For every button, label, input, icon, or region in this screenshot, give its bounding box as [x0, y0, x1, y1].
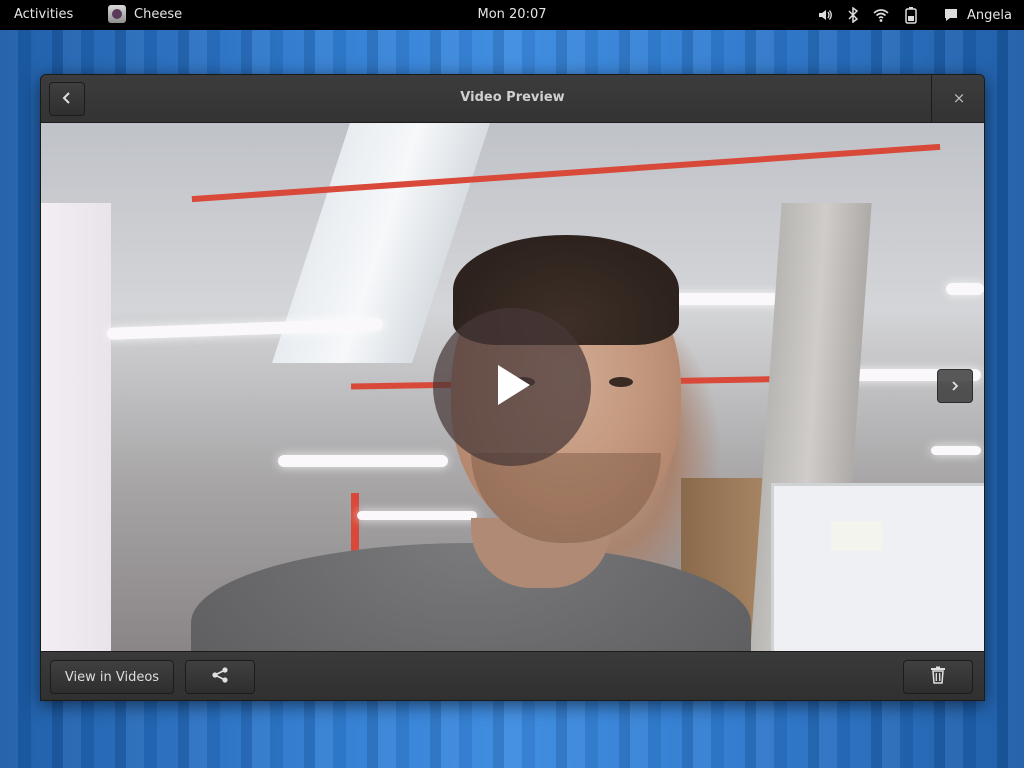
- trash-icon: [930, 666, 946, 688]
- user-menu[interactable]: Angela: [943, 7, 1012, 23]
- dialog-title: Video Preview: [460, 90, 565, 105]
- video-thumbnail[interactable]: [41, 123, 984, 651]
- cheese-app-icon: [108, 5, 126, 23]
- share-button[interactable]: [185, 660, 255, 694]
- user-name: Angela: [967, 7, 1012, 23]
- scene-note: [831, 521, 883, 551]
- header-bar: Video Preview ×: [41, 75, 984, 123]
- person-body: [191, 543, 751, 651]
- next-button[interactable]: [937, 369, 973, 403]
- ceiling-light: [357, 511, 477, 520]
- view-in-videos-button[interactable]: View in Videos: [50, 660, 174, 694]
- play-icon: [490, 361, 534, 413]
- volume-icon[interactable]: [817, 7, 833, 23]
- chat-icon: [943, 7, 959, 23]
- battery-icon[interactable]: [903, 6, 919, 24]
- app-name: Cheese: [134, 6, 183, 22]
- scene-pipe: [191, 143, 941, 203]
- top-bar: Activities Cheese Mon 20:07 Angela: [0, 0, 1024, 30]
- share-icon: [211, 666, 229, 688]
- bottom-toolbar: View in Videos: [41, 651, 984, 700]
- chevron-right-icon: [950, 377, 960, 396]
- clock[interactable]: Mon 20:07: [477, 7, 546, 22]
- ceiling-light: [931, 446, 981, 455]
- play-button[interactable]: [433, 308, 591, 466]
- ceiling-light: [278, 455, 448, 467]
- video-preview-dialog: Video Preview × View in Videos: [40, 74, 985, 701]
- person-eye: [609, 377, 633, 387]
- scene-window: [41, 203, 111, 651]
- close-icon[interactable]: ×: [948, 87, 970, 109]
- close-area: ×: [931, 75, 984, 122]
- scene-whiteboard: [771, 483, 984, 651]
- bluetooth-icon[interactable]: [847, 7, 859, 23]
- ceiling-light: [946, 283, 984, 295]
- activities-button[interactable]: Activities: [14, 7, 73, 22]
- app-menu[interactable]: Cheese: [108, 5, 182, 23]
- wifi-icon[interactable]: [873, 7, 889, 23]
- delete-button[interactable]: [903, 660, 973, 694]
- system-tray: Angela: [817, 6, 1012, 24]
